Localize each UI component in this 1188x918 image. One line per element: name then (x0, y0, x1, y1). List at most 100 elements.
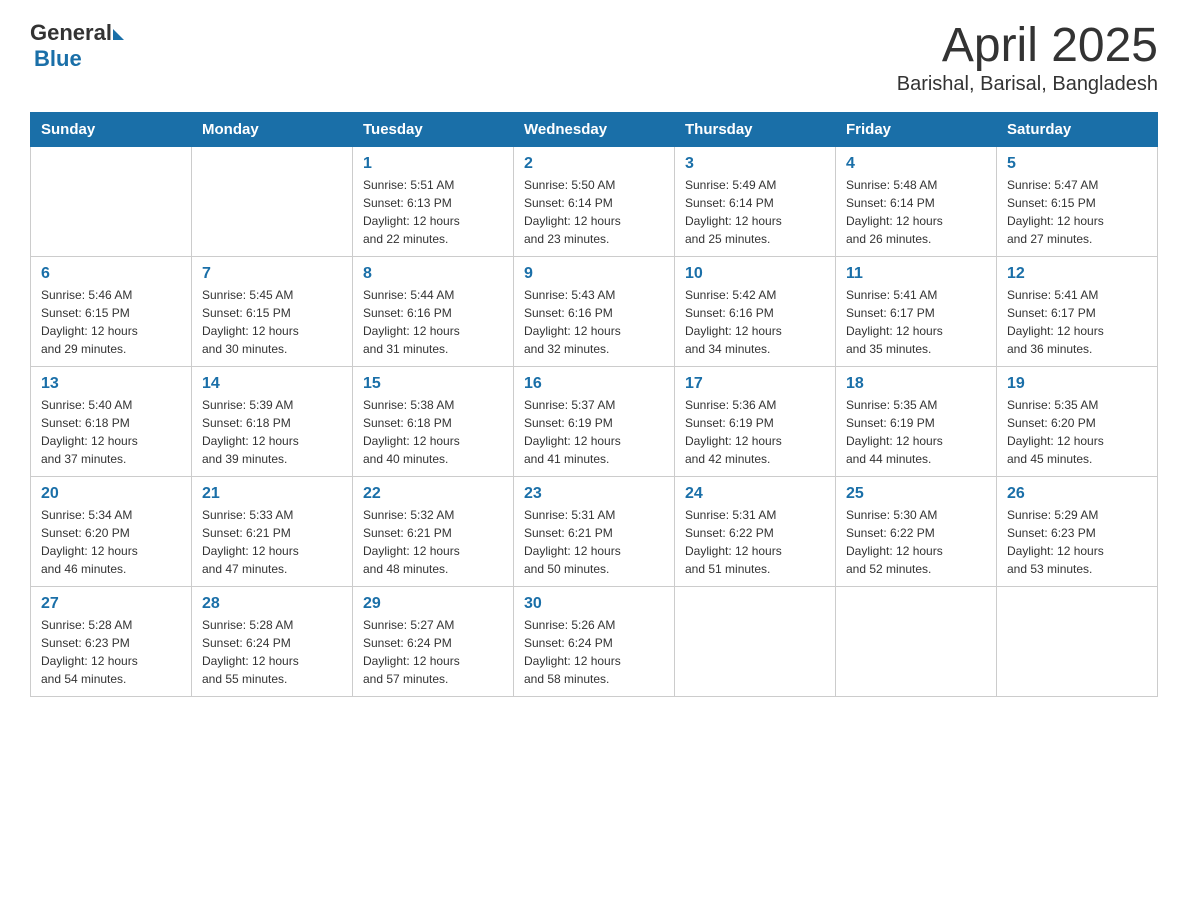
weekday-header: Monday (192, 112, 353, 146)
day-number: 17 (685, 375, 825, 393)
calendar-cell: 10 Sunrise: 5:42 AM Sunset: 6:16 PM Dayli… (675, 256, 836, 366)
day-info: Sunrise: 5:27 AM Sunset: 6:24 PM Dayligh… (363, 616, 503, 688)
calendar-cell (997, 586, 1158, 696)
calendar-cell (192, 146, 353, 256)
weekday-header: Tuesday (353, 112, 514, 146)
day-number: 21 (202, 485, 342, 503)
day-info: Sunrise: 5:35 AM Sunset: 6:19 PM Dayligh… (846, 396, 986, 468)
calendar-week-row: 13Sunrise: 5:40 AM Sunset: 6:18 PM Dayli… (31, 366, 1158, 476)
day-number: 16 (524, 375, 664, 393)
calendar-week-row: 6 Sunrise: 5:46 AM Sunset: 6:15 PM Daylig… (31, 256, 1158, 366)
day-info: Sunrise: 5:46 AM Sunset: 6:15 PM Dayligh… (41, 286, 181, 358)
day-info: Sunrise: 5:42 AM Sunset: 6:16 PM Dayligh… (685, 286, 825, 358)
day-number: 2 (524, 155, 664, 173)
day-number: 1 (363, 155, 503, 173)
day-info: Sunrise: 5:36 AM Sunset: 6:19 PM Dayligh… (685, 396, 825, 468)
day-info: Sunrise: 5:34 AM Sunset: 6:20 PM Dayligh… (41, 506, 181, 578)
day-number: 19 (1007, 375, 1147, 393)
calendar-cell: 15Sunrise: 5:38 AM Sunset: 6:18 PM Dayli… (353, 366, 514, 476)
calendar-week-row: 27 Sunrise: 5:28 AM Sunset: 6:23 PM Dayli… (31, 586, 1158, 696)
calendar-cell: 6 Sunrise: 5:46 AM Sunset: 6:15 PM Daylig… (31, 256, 192, 366)
day-info: Sunrise: 5:43 AM Sunset: 6:16 PM Dayligh… (524, 286, 664, 358)
calendar-cell: 16Sunrise: 5:37 AM Sunset: 6:19 PM Dayli… (514, 366, 675, 476)
day-info: Sunrise: 5:39 AM Sunset: 6:18 PM Dayligh… (202, 396, 342, 468)
day-info: Sunrise: 5:26 AM Sunset: 6:24 PM Dayligh… (524, 616, 664, 688)
day-number: 29 (363, 595, 503, 613)
day-number: 11 (846, 265, 986, 283)
calendar-cell: 1 Sunrise: 5:51 AM Sunset: 6:13 PM Daylig… (353, 146, 514, 256)
day-number: 18 (846, 375, 986, 393)
weekday-header: Saturday (997, 112, 1158, 146)
day-number: 10 (685, 265, 825, 283)
calendar-cell: 19 Sunrise: 5:35 AM Sunset: 6:20 PM Dayli… (997, 366, 1158, 476)
calendar-cell (31, 146, 192, 256)
logo-blue-text: Blue (34, 46, 82, 72)
logo-triangle-icon (113, 29, 124, 40)
day-number: 12 (1007, 265, 1147, 283)
calendar-cell: 22Sunrise: 5:32 AM Sunset: 6:21 PM Dayli… (353, 476, 514, 586)
day-info: Sunrise: 5:41 AM Sunset: 6:17 PM Dayligh… (1007, 286, 1147, 358)
calendar-cell: 2 Sunrise: 5:50 AM Sunset: 6:14 PM Daylig… (514, 146, 675, 256)
day-number: 4 (846, 155, 986, 173)
logo-general-text: General (30, 20, 112, 46)
calendar-cell: 24 Sunrise: 5:31 AM Sunset: 6:22 PM Dayli… (675, 476, 836, 586)
day-info: Sunrise: 5:44 AM Sunset: 6:16 PM Dayligh… (363, 286, 503, 358)
day-info: Sunrise: 5:38 AM Sunset: 6:18 PM Dayligh… (363, 396, 503, 468)
day-number: 3 (685, 155, 825, 173)
calendar-cell: 8 Sunrise: 5:44 AM Sunset: 6:16 PM Daylig… (353, 256, 514, 366)
day-number: 13 (41, 375, 181, 393)
calendar-cell: 13Sunrise: 5:40 AM Sunset: 6:18 PM Dayli… (31, 366, 192, 476)
calendar-cell: 23Sunrise: 5:31 AM Sunset: 6:21 PM Dayli… (514, 476, 675, 586)
calendar-header: SundayMondayTuesdayWednesdayThursdayFrid… (31, 112, 1158, 146)
day-number: 5 (1007, 155, 1147, 173)
day-number: 7 (202, 265, 342, 283)
day-info: Sunrise: 5:45 AM Sunset: 6:15 PM Dayligh… (202, 286, 342, 358)
day-info: Sunrise: 5:33 AM Sunset: 6:21 PM Dayligh… (202, 506, 342, 578)
day-info: Sunrise: 5:35 AM Sunset: 6:20 PM Dayligh… (1007, 396, 1147, 468)
calendar-cell: 18 Sunrise: 5:35 AM Sunset: 6:19 PM Dayli… (836, 366, 997, 476)
day-info: Sunrise: 5:48 AM Sunset: 6:14 PM Dayligh… (846, 176, 986, 248)
calendar-cell: 28 Sunrise: 5:28 AM Sunset: 6:24 PM Dayli… (192, 586, 353, 696)
calendar-cell: 21 Sunrise: 5:33 AM Sunset: 6:21 PM Dayli… (192, 476, 353, 586)
calendar-week-row: 1 Sunrise: 5:51 AM Sunset: 6:13 PM Daylig… (31, 146, 1158, 256)
day-info: Sunrise: 5:29 AM Sunset: 6:23 PM Dayligh… (1007, 506, 1147, 578)
day-info: Sunrise: 5:28 AM Sunset: 6:23 PM Dayligh… (41, 616, 181, 688)
day-info: Sunrise: 5:50 AM Sunset: 6:14 PM Dayligh… (524, 176, 664, 248)
day-number: 24 (685, 485, 825, 503)
day-number: 25 (846, 485, 986, 503)
weekday-header-row: SundayMondayTuesdayWednesdayThursdayFrid… (31, 112, 1158, 146)
calendar-cell: 30 Sunrise: 5:26 AM Sunset: 6:24 PM Dayli… (514, 586, 675, 696)
page-subtitle: Barishal, Barisal, Bangladesh (897, 73, 1158, 96)
day-info: Sunrise: 5:41 AM Sunset: 6:17 PM Dayligh… (846, 286, 986, 358)
weekday-header: Thursday (675, 112, 836, 146)
day-info: Sunrise: 5:32 AM Sunset: 6:21 PM Dayligh… (363, 506, 503, 578)
weekday-header: Sunday (31, 112, 192, 146)
calendar-cell: 20Sunrise: 5:34 AM Sunset: 6:20 PM Dayli… (31, 476, 192, 586)
weekday-header: Wednesday (514, 112, 675, 146)
day-number: 14 (202, 375, 342, 393)
day-number: 27 (41, 595, 181, 613)
day-number: 8 (363, 265, 503, 283)
day-info: Sunrise: 5:30 AM Sunset: 6:22 PM Dayligh… (846, 506, 986, 578)
calendar-cell: 11 Sunrise: 5:41 AM Sunset: 6:17 PM Dayli… (836, 256, 997, 366)
title-block: April 2025 Barishal, Barisal, Bangladesh (897, 20, 1158, 96)
day-number: 26 (1007, 485, 1147, 503)
calendar-week-row: 20Sunrise: 5:34 AM Sunset: 6:20 PM Dayli… (31, 476, 1158, 586)
day-number: 9 (524, 265, 664, 283)
calendar-cell: 4 Sunrise: 5:48 AM Sunset: 6:14 PM Daylig… (836, 146, 997, 256)
logo: General Blue (30, 20, 124, 72)
calendar-cell (675, 586, 836, 696)
day-number: 28 (202, 595, 342, 613)
day-info: Sunrise: 5:51 AM Sunset: 6:13 PM Dayligh… (363, 176, 503, 248)
calendar-cell: 14 Sunrise: 5:39 AM Sunset: 6:18 PM Dayli… (192, 366, 353, 476)
day-info: Sunrise: 5:31 AM Sunset: 6:21 PM Dayligh… (524, 506, 664, 578)
day-number: 6 (41, 265, 181, 283)
day-info: Sunrise: 5:31 AM Sunset: 6:22 PM Dayligh… (685, 506, 825, 578)
calendar-cell: 5 Sunrise: 5:47 AM Sunset: 6:15 PM Daylig… (997, 146, 1158, 256)
day-info: Sunrise: 5:28 AM Sunset: 6:24 PM Dayligh… (202, 616, 342, 688)
calendar-cell: 3Sunrise: 5:49 AM Sunset: 6:14 PM Daylig… (675, 146, 836, 256)
day-info: Sunrise: 5:47 AM Sunset: 6:15 PM Dayligh… (1007, 176, 1147, 248)
page-header: General Blue April 2025 Barishal, Barisa… (30, 20, 1158, 96)
day-number: 30 (524, 595, 664, 613)
calendar-cell: 27 Sunrise: 5:28 AM Sunset: 6:23 PM Dayli… (31, 586, 192, 696)
